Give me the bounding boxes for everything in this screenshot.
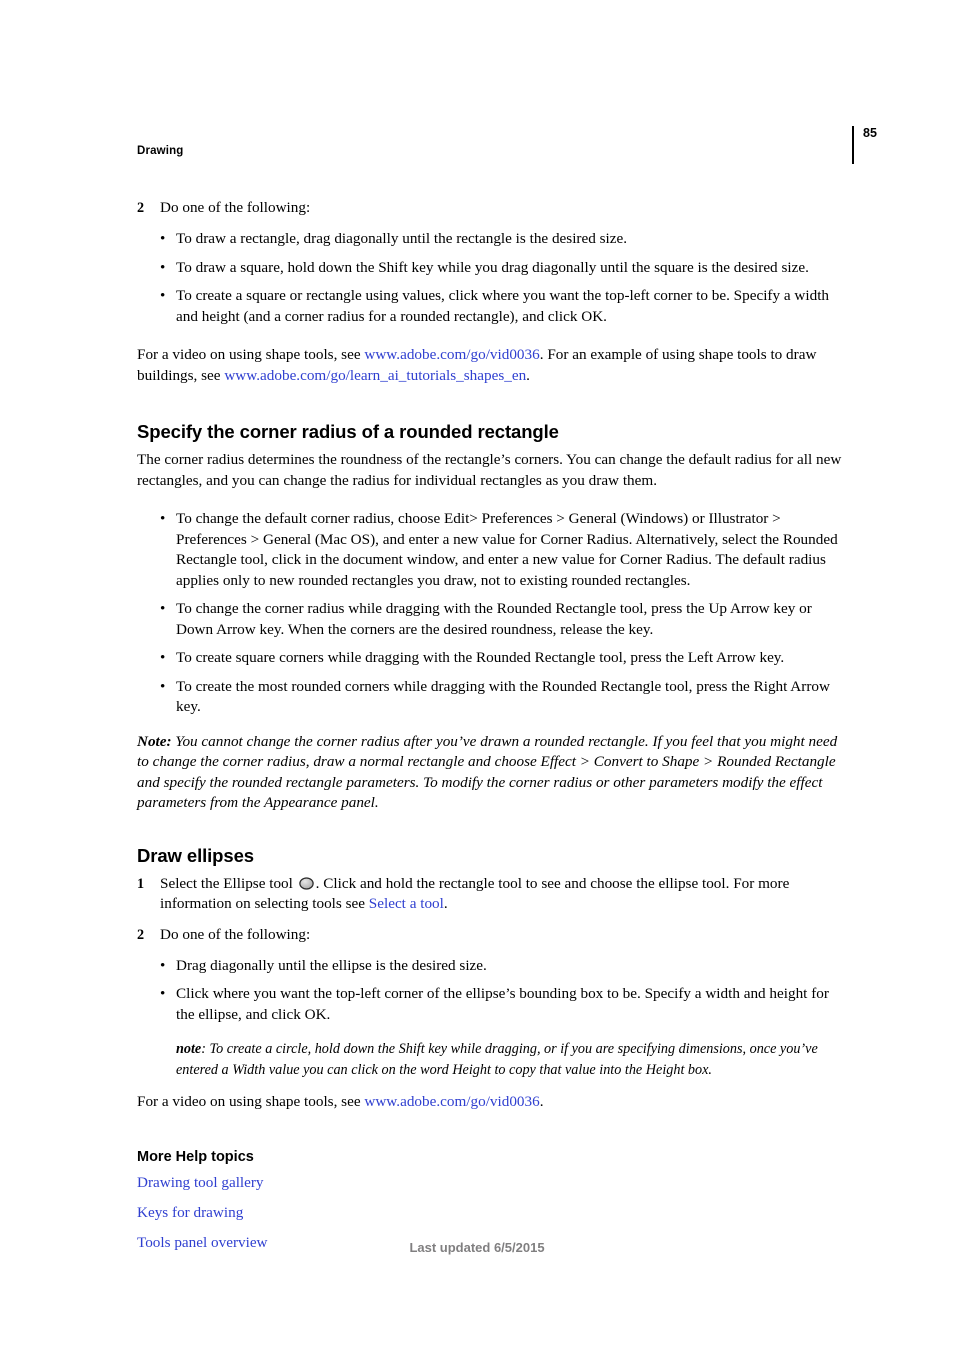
numbered-step-ellipse-2: 2 Do one of the following: — [137, 925, 849, 945]
bullet-icon: • — [160, 956, 166, 974]
bullet-icon: • — [160, 677, 166, 695]
list-item: • Drag diagonally until the ellipse is t… — [137, 956, 849, 977]
paragraph-text-part: . — [539, 1093, 544, 1110]
corner-radius-intro-paragraph: The corner radius determines the roundne… — [137, 451, 842, 489]
list-item: • To draw a square, hold down the Shift … — [137, 258, 849, 279]
video-reference-paragraph: For a video on using shape tools, see ww… — [137, 345, 849, 386]
list-item-text: To draw a square, hold down the Shift ke… — [176, 258, 809, 276]
note-text: : To create a circle, hold down the Shif… — [176, 1041, 818, 1078]
ellipse-tool-icon — [298, 876, 314, 890]
list-item-text: To draw a rectangle, drag diagonally unt… — [176, 230, 628, 247]
link-select-a-tool[interactable]: Select a tool — [369, 895, 444, 912]
section-heading-draw-ellipses: Draw ellipses — [137, 844, 254, 866]
list-item: • To create a square or rectangle using … — [137, 286, 849, 327]
list-item-text: To create the most rounded corners while… — [176, 677, 830, 716]
list-item-text: To create a square or rectangle using va… — [176, 287, 830, 325]
step-text-part: Select the Ellipse tool — [160, 874, 293, 892]
list-item-text: Click where you want the top-left corner… — [176, 985, 829, 1023]
list-item: • To create square corners while draggin… — [137, 648, 849, 669]
running-head: Drawing — [137, 145, 184, 157]
numbered-step-rect: 2 Do one of the following: — [137, 198, 849, 218]
note-text: You cannot change the corner radius afte… — [137, 732, 838, 812]
page-content: 2 Do one of the following: • To draw a r… — [137, 198, 849, 1253]
paragraph-text-part: For a video on using shape tools, see — [137, 346, 365, 363]
bullet-icon: • — [160, 258, 166, 276]
help-link-keys-for-drawing[interactable]: Keys for drawing — [137, 1203, 849, 1223]
help-link-drawing-tool-gallery[interactable]: Drawing tool gallery — [137, 1173, 849, 1193]
document-page: Drawing 85 2 Do one of the following: • … — [0, 0, 954, 1350]
numbered-step-ellipse-1: 1 Select the Ellipse tool . Click and ho… — [137, 874, 849, 914]
more-help-topics-heading: More Help topics — [137, 1148, 254, 1165]
list-item-text: To create square corners while dragging … — [176, 649, 785, 666]
section-heading-corner-radius: Specify the corner radius of a rounded r… — [137, 421, 559, 442]
list-item: • To create the most rounded corners whi… — [137, 677, 849, 718]
note-corner-radius: Note: You cannot change the corner radiu… — [137, 732, 849, 814]
link-vid0036-2[interactable]: www.adobe.com/go/vid0036 — [364, 1093, 539, 1110]
paragraph-text-part: For a video on using shape tools, see — [137, 1093, 365, 1110]
list-item: • To change the corner radius while drag… — [137, 599, 849, 640]
list-item-text: To change the corner radius while draggi… — [176, 600, 812, 638]
step-text: Do one of the following: — [160, 199, 311, 216]
page-number: 85 — [863, 126, 877, 140]
list-item-text: To change the default corner radius, cho… — [176, 510, 838, 589]
note-label: Note: — [137, 732, 172, 750]
list-item: • To draw a rectangle, drag diagonally u… — [137, 229, 849, 250]
video-reference-paragraph-2: For a video on using shape tools, see ww… — [137, 1092, 849, 1113]
page-folio: 85 — [852, 126, 877, 164]
list-item: • To change the default corner radius, c… — [137, 509, 849, 591]
link-tutorials-shapes[interactable]: www.adobe.com/go/learn_ai_tutorials_shap… — [224, 367, 526, 384]
note-label: note — [176, 1041, 202, 1057]
link-vid0036[interactable]: www.adobe.com/go/vid0036 — [364, 346, 539, 363]
list-item-text: Drag diagonally until the ellipse is the… — [176, 956, 487, 974]
bullet-icon: • — [160, 230, 166, 247]
bullet-icon: • — [160, 287, 166, 304]
folio-divider-rule — [852, 126, 854, 164]
step-number: 2 — [137, 200, 145, 216]
step-text: Do one of the following: — [160, 925, 311, 943]
note-ellipse-circle: note: To create a circle, hold down the … — [137, 1039, 849, 1080]
bullet-icon: • — [160, 985, 166, 1002]
paragraph-text-part: . — [526, 366, 530, 384]
list-item: • Click where you want the top-left corn… — [137, 984, 849, 1025]
bullet-icon: • — [160, 510, 166, 527]
footer-last-updated: Last updated 6/5/2015 — [409, 1240, 545, 1255]
step-number: 2 — [137, 926, 145, 943]
step-number: 1 — [137, 875, 145, 892]
bullet-icon: • — [160, 649, 166, 666]
step-text-part: . — [443, 894, 448, 912]
bullet-icon: • — [160, 600, 166, 617]
